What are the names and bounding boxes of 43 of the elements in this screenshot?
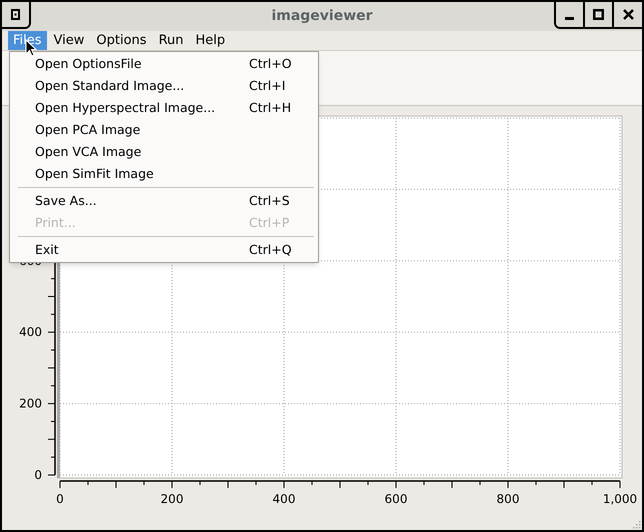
menu-bar-item[interactable]: Help xyxy=(190,31,230,50)
menu-item[interactable]: Save As... Ctrl+S xyxy=(14,190,314,212)
tick-label: 400 xyxy=(272,492,296,506)
menu-bar-item[interactable]: View xyxy=(48,31,90,50)
menu-item[interactable]: Open Hyperspectral Image... Ctrl+H xyxy=(14,97,314,119)
menu-item-label: Exit xyxy=(35,240,59,259)
menu-item-label: Save As... xyxy=(35,192,97,210)
tick-label: 0 xyxy=(34,468,42,482)
shortcut-label: Ctrl+O xyxy=(249,54,293,73)
menu-item-label: Open Standard Image... xyxy=(35,76,184,95)
menu-item[interactable]: Open OptionsFile Ctrl+O xyxy=(14,53,314,75)
tick-label: 200 xyxy=(19,396,42,411)
menu-item-label: Open SimFit Image xyxy=(35,164,154,183)
shortcut-label: Ctrl+H xyxy=(249,98,292,117)
menu-item[interactable]: Exit Ctrl+Q xyxy=(14,239,314,261)
window-title: imageviewer xyxy=(271,7,373,26)
menu-item-label: Open Hyperspectral Image... xyxy=(35,98,216,117)
tick-label: 200 xyxy=(160,492,184,506)
tick-label: 1,000 xyxy=(602,492,638,506)
tick-label: 0 xyxy=(56,492,64,506)
tick-label: 800 xyxy=(496,492,520,506)
menu-item-label: Open PCA Image xyxy=(35,120,140,139)
menu-item[interactable]: Open PCA Image xyxy=(14,119,314,141)
maximize-icon xyxy=(593,9,604,20)
menu-item[interactable]: Open VCA Image xyxy=(14,141,314,163)
close-icon xyxy=(622,9,634,20)
shortcut-label: Ctrl+S xyxy=(249,192,291,210)
menu-bar-item[interactable]: Run xyxy=(154,31,188,50)
resize-grip-icon xyxy=(633,521,641,529)
menu-item[interactable]: Open Standard Image... Ctrl+I xyxy=(14,75,314,97)
window-menu-button[interactable] xyxy=(2,2,31,29)
menu-bar-item[interactable]: Options xyxy=(91,31,152,50)
shortcut-label: Ctrl+P xyxy=(249,214,290,232)
menu-item-label: Open OptionsFile xyxy=(35,54,142,73)
menu-item[interactable]: Open SimFit Image xyxy=(14,163,314,185)
window-icon xyxy=(11,9,20,20)
shortcut-label: Ctrl+I xyxy=(249,76,286,95)
menu-item-label: Print... xyxy=(35,214,76,232)
tick-label: 400 xyxy=(19,325,42,340)
minimize-icon xyxy=(565,17,574,20)
menu-item-label: Open VCA Image xyxy=(35,142,142,161)
tick-label: 600 xyxy=(384,492,408,506)
shortcut-label: Ctrl+Q xyxy=(249,240,293,259)
